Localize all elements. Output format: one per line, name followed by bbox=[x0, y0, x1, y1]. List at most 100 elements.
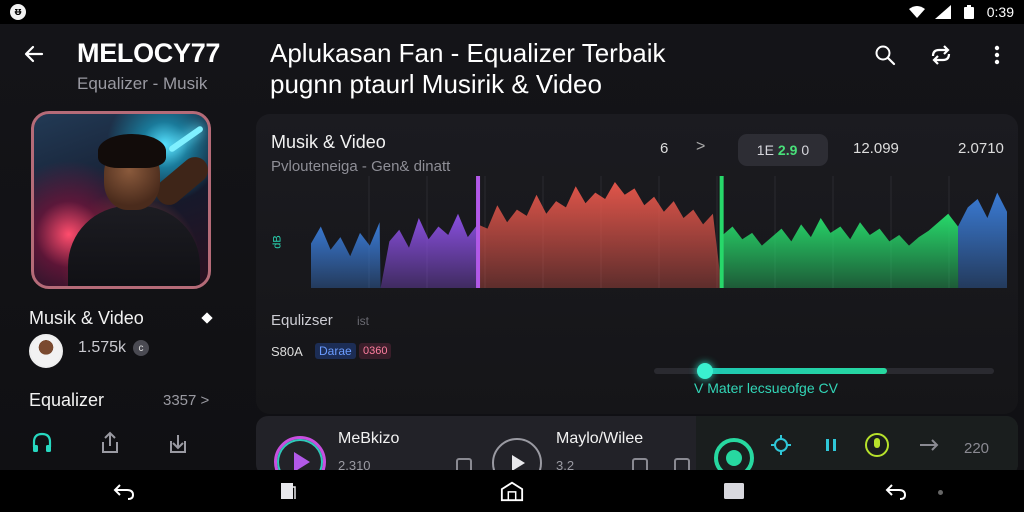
mic-button[interactable] bbox=[864, 432, 890, 458]
green-marker[interactable] bbox=[719, 176, 724, 288]
album-art[interactable] bbox=[31, 111, 211, 289]
spectrum-segment-2 bbox=[477, 182, 722, 288]
stop-icon[interactable] bbox=[632, 458, 648, 470]
y-axis-label: dB bbox=[271, 235, 284, 249]
wifi-icon bbox=[908, 6, 925, 18]
more-options-button[interactable] bbox=[984, 42, 1010, 68]
arrow-right-icon bbox=[920, 439, 939, 451]
nav-back-button[interactable] bbox=[112, 480, 136, 502]
preset-name: S80A bbox=[271, 344, 303, 359]
band-next-button[interactable]: > bbox=[696, 138, 705, 156]
gain-pill-prefix: 1E bbox=[756, 142, 774, 158]
navigation-bar bbox=[0, 470, 1024, 512]
player-title-1: MeBkizo bbox=[338, 430, 400, 447]
nav-overview-button[interactable] bbox=[722, 480, 746, 502]
repeat-icon bbox=[931, 45, 951, 65]
album-light bbox=[167, 125, 205, 153]
play-button-primary[interactable] bbox=[274, 436, 326, 470]
app-subtitle: Equalizer - Musik bbox=[77, 74, 208, 93]
undo-icon bbox=[885, 484, 907, 500]
player-time-1: 2.310 bbox=[338, 458, 371, 470]
album-person-body bbox=[68, 206, 200, 286]
search-icon bbox=[875, 45, 896, 66]
panel-title: Musik & Video bbox=[271, 132, 386, 152]
track-title: Musik & Video bbox=[29, 308, 144, 328]
queue-icon[interactable] bbox=[456, 458, 472, 470]
equalizer-section-title: Equalizer bbox=[29, 390, 105, 410]
listen-count: 1.575k bbox=[78, 339, 127, 356]
share-icon bbox=[102, 431, 118, 453]
share-button[interactable] bbox=[99, 430, 121, 456]
play-button-secondary[interactable] bbox=[492, 438, 542, 470]
headphones-icon bbox=[32, 432, 52, 452]
equalizer-count-link[interactable]: 3357 > bbox=[163, 392, 209, 409]
spectrum-segment-4 bbox=[958, 192, 1007, 288]
grid-icon[interactable] bbox=[674, 458, 690, 470]
mic-icon bbox=[865, 433, 889, 457]
repeat-button[interactable] bbox=[928, 42, 954, 68]
track-menu-dot-icon[interactable] bbox=[201, 312, 213, 324]
album-person-hair bbox=[98, 134, 166, 168]
equalizer-panel: Musik & Video Pvlouteneiga - Gen& dinatt… bbox=[256, 114, 1018, 414]
master-slider[interactable] bbox=[654, 363, 994, 379]
page-headline: Aplukasan Fan - Equalizer Terbaik pugnn … bbox=[270, 38, 830, 100]
back-button[interactable] bbox=[20, 40, 48, 68]
app-title: MELOCY77 bbox=[77, 38, 221, 68]
crosshair-icon bbox=[771, 435, 791, 455]
artist-avatar[interactable] bbox=[29, 334, 63, 368]
download-button[interactable] bbox=[167, 430, 189, 456]
undo-icon bbox=[113, 484, 135, 500]
arrow-left-icon bbox=[24, 45, 44, 63]
stat-level: 2.0710 bbox=[958, 140, 1004, 157]
player-time-2: 3.2 bbox=[556, 458, 575, 470]
signal-icon bbox=[934, 5, 951, 19]
spectrum-chart[interactable] bbox=[311, 176, 1007, 302]
equalizer-label-hint: ist bbox=[357, 314, 369, 328]
square-icon bbox=[724, 483, 744, 499]
home-icon bbox=[500, 481, 524, 502]
slider-caption: V Mater lecsueofge CV bbox=[694, 380, 838, 396]
nav-home-button[interactable] bbox=[500, 480, 524, 502]
preset-tag-blue[interactable]: Darae bbox=[315, 343, 356, 359]
left-panel: MELOCY77 Equalizer - Musik Musik & Video… bbox=[0, 24, 236, 470]
more-vertical-icon bbox=[994, 45, 1000, 65]
slider-knob[interactable] bbox=[697, 363, 713, 379]
top-actions bbox=[872, 42, 1010, 68]
gain-pill[interactable]: 1E 2.9 0 bbox=[738, 134, 828, 166]
preset-tag-pink[interactable]: 0360 bbox=[359, 343, 392, 359]
violet-marker[interactable] bbox=[476, 176, 481, 288]
panel-subtitle: Pvlouteneiga - Gen& dinatt bbox=[271, 158, 451, 175]
recents-icon bbox=[281, 483, 296, 499]
headphones-button[interactable] bbox=[31, 430, 53, 456]
record-button[interactable] bbox=[714, 438, 754, 470]
band-number: 6 bbox=[660, 140, 669, 157]
search-button[interactable] bbox=[872, 42, 898, 68]
headline-line-1: Aplukasan Fan - Equalizer Terbaik bbox=[270, 38, 666, 68]
player-end-value: 220 bbox=[964, 440, 990, 457]
play-icon bbox=[512, 455, 525, 470]
download-icon bbox=[170, 435, 186, 453]
status-time: 0:39 bbox=[986, 4, 1014, 20]
left-action-icons bbox=[31, 430, 189, 456]
headline-line-2: pugnn ptaurl Musirik & Video bbox=[270, 69, 602, 99]
forward-button[interactable] bbox=[916, 432, 942, 458]
status-bar: ᵿ 0:39 bbox=[0, 0, 1024, 24]
spectrum-segment-3 bbox=[721, 213, 959, 288]
notification-app-icon: ᵿ bbox=[10, 4, 26, 20]
battery-icon bbox=[963, 5, 974, 19]
nav-back-button-2[interactable] bbox=[884, 480, 908, 502]
nav-dot-icon bbox=[938, 490, 943, 495]
gain-pill-suffix: 0 bbox=[801, 142, 810, 158]
gain-pill-value: 2.9 bbox=[777, 142, 798, 158]
spectrum-segment-0 bbox=[311, 222, 381, 288]
count-badge: c bbox=[133, 340, 149, 356]
nav-recents-button[interactable] bbox=[276, 480, 300, 502]
equalizer-label: Equlizser bbox=[271, 312, 333, 329]
pause-button[interactable] bbox=[818, 432, 844, 458]
record-dot-icon bbox=[726, 450, 742, 466]
spectrum-segment-1 bbox=[380, 213, 479, 288]
stat-frequency: 12.099 bbox=[853, 140, 899, 157]
target-button[interactable] bbox=[768, 432, 794, 458]
play-icon bbox=[294, 452, 310, 470]
player-bar: MeBkizo 2.310 Maylo/Wilee 3.2 220 bbox=[256, 416, 1018, 470]
